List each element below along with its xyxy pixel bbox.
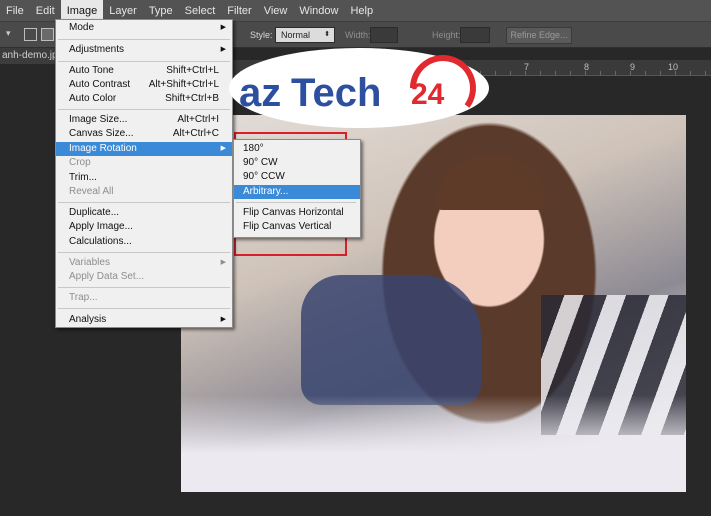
menu-item-apply-data-set[interactable]: Apply Data Set... [56, 270, 232, 284]
menu-item-label: Analysis [69, 314, 107, 325]
submenu-arrow-icon: ▶ [220, 24, 226, 31]
menu-view[interactable]: View [258, 0, 294, 22]
menu-item-reveal-all[interactable]: Reveal All [56, 185, 232, 199]
style-select[interactable]: Normal ⬍ [275, 27, 335, 43]
menu-item-shortcut: Alt+Ctrl+I [177, 114, 219, 125]
menu-item-label: Trap... [69, 292, 98, 303]
menu-item-mode[interactable]: Mode ▶ [56, 21, 232, 35]
menu-help[interactable]: Help [344, 0, 379, 22]
flip-canvas-vertical-item[interactable]: Flip Canvas Vertical [234, 220, 360, 234]
menu-window[interactable]: Window [293, 0, 344, 22]
menu-separator [236, 202, 356, 203]
rotate-90-cw-item[interactable]: 90° CW [234, 156, 360, 170]
logo-text-tech: Tech [291, 71, 381, 115]
menu-item-calculations[interactable]: Calculations... [56, 235, 232, 249]
menu-item-adjustments[interactable]: Adjustments ▶ [56, 43, 232, 57]
width-input[interactable] [370, 27, 398, 43]
menu-item-label: Reveal All [69, 186, 114, 197]
rotate-arbitrary-item[interactable]: Arbitrary... [234, 185, 360, 199]
menu-item-label: Image Size... [69, 114, 128, 125]
menu-item-auto-tone[interactable]: Auto Tone Shift+Ctrl+L [56, 64, 232, 78]
photo-foreground-blur [181, 395, 686, 492]
menu-separator [58, 202, 230, 203]
menu-separator [58, 252, 230, 253]
height-label: Height: [432, 30, 461, 40]
menu-separator [58, 61, 230, 62]
select-arrows-icon: ⬍ [324, 31, 330, 38]
menu-item-label: Calculations... [69, 236, 132, 247]
menu-item-analysis[interactable]: Analysis ▶ [56, 313, 232, 327]
ruler-number: 8 [584, 62, 590, 72]
refine-edge-button[interactable]: Refine Edge... [506, 27, 572, 44]
menu-separator [58, 308, 230, 309]
flip-canvas-horizontal-item[interactable]: Flip Canvas Horizontal [234, 206, 360, 220]
ruler-number: 7 [524, 62, 530, 72]
ruler-number: 10 [668, 62, 679, 72]
menu-item-shortcut: Alt+Shift+Ctrl+L [148, 79, 219, 90]
menu-separator [58, 287, 230, 288]
rotate-90-ccw-item[interactable]: 90° CCW [234, 170, 360, 184]
menu-item-label: Apply Image... [69, 221, 133, 232]
menu-item-canvas-size[interactable]: Canvas Size... Alt+Ctrl+C [56, 127, 232, 141]
logo-text-az: az [239, 71, 281, 115]
new-selection-icon[interactable] [24, 28, 37, 41]
aztech24-logo: az Tech 24 [229, 48, 489, 128]
menu-item-trim[interactable]: Trim... [56, 171, 232, 185]
menu-item-shortcut: Shift+Ctrl+L [166, 65, 219, 76]
menu-item-crop[interactable]: Crop [56, 156, 232, 170]
menu-item-shortcut: Shift+Ctrl+B [165, 93, 219, 104]
submenu-arrow-icon: ▶ [220, 46, 226, 53]
rotate-180-item[interactable]: 180° [234, 142, 360, 156]
submenu-arrow-icon: ▶ [220, 259, 226, 266]
menu-separator [58, 109, 230, 110]
image-menu-dropdown: Mode ▶ Adjustments ▶ Auto Tone Shift+Ctrl+L… [55, 19, 233, 328]
menu-item-label: Mode [69, 22, 95, 33]
menu-item-label: Variables [69, 257, 110, 268]
menu-separator [58, 39, 230, 40]
menu-item-label: Apply Data Set... [69, 271, 145, 282]
menu-item-label: Auto Color [69, 93, 117, 104]
menu-item-label: Canvas Size... [69, 128, 134, 139]
menu-item-label: Auto Tone [69, 65, 114, 76]
width-label: Width: [345, 30, 371, 40]
menu-item-image-size[interactable]: Image Size... Alt+Ctrl+I [56, 113, 232, 127]
menu-item-trap[interactable]: Trap... [56, 291, 232, 305]
photo-bangs [436, 155, 546, 210]
photo-jacket-left [301, 275, 481, 405]
menu-item-auto-contrast[interactable]: Auto Contrast Alt+Shift+Ctrl+L [56, 78, 232, 92]
ruler-number: 9 [630, 62, 636, 72]
menu-file[interactable]: File [0, 0, 30, 22]
height-input[interactable] [460, 27, 490, 43]
menu-item-label: Auto Contrast [69, 79, 131, 90]
menu-item-variables[interactable]: Variables ▶ [56, 256, 232, 270]
menu-item-shortcut: Alt+Ctrl+C [172, 128, 219, 139]
style-select-value: Normal [281, 30, 311, 40]
image-rotation-submenu: 180° 90° CW 90° CCW Arbitrary... Flip Ca… [233, 139, 361, 238]
tool-preset-dropdown-icon[interactable]: ▾ [6, 28, 19, 41]
style-label: Style: [250, 30, 273, 40]
menu-item-label: Crop [69, 157, 91, 168]
menu-item-duplicate[interactable]: Duplicate... [56, 206, 232, 220]
menu-item-apply-image[interactable]: Apply Image... [56, 220, 232, 234]
menu-item-auto-color[interactable]: Auto Color Shift+Ctrl+B [56, 92, 232, 106]
menu-item-label: Duplicate... [69, 207, 120, 218]
logo-text-24: 24 [411, 78, 445, 111]
menu-item-label: Image Rotation [69, 143, 137, 154]
menu-item-label: Adjustments [69, 44, 125, 55]
add-selection-icon[interactable] [41, 28, 54, 41]
menu-item-label: Trim... [69, 172, 97, 183]
menu-item-image-rotation[interactable]: Image Rotation ▶ [56, 142, 232, 156]
submenu-arrow-icon: ▶ [220, 145, 226, 152]
document-tab[interactable]: anh-demo.jpg [0, 48, 60, 64]
submenu-arrow-icon: ▶ [220, 316, 226, 323]
